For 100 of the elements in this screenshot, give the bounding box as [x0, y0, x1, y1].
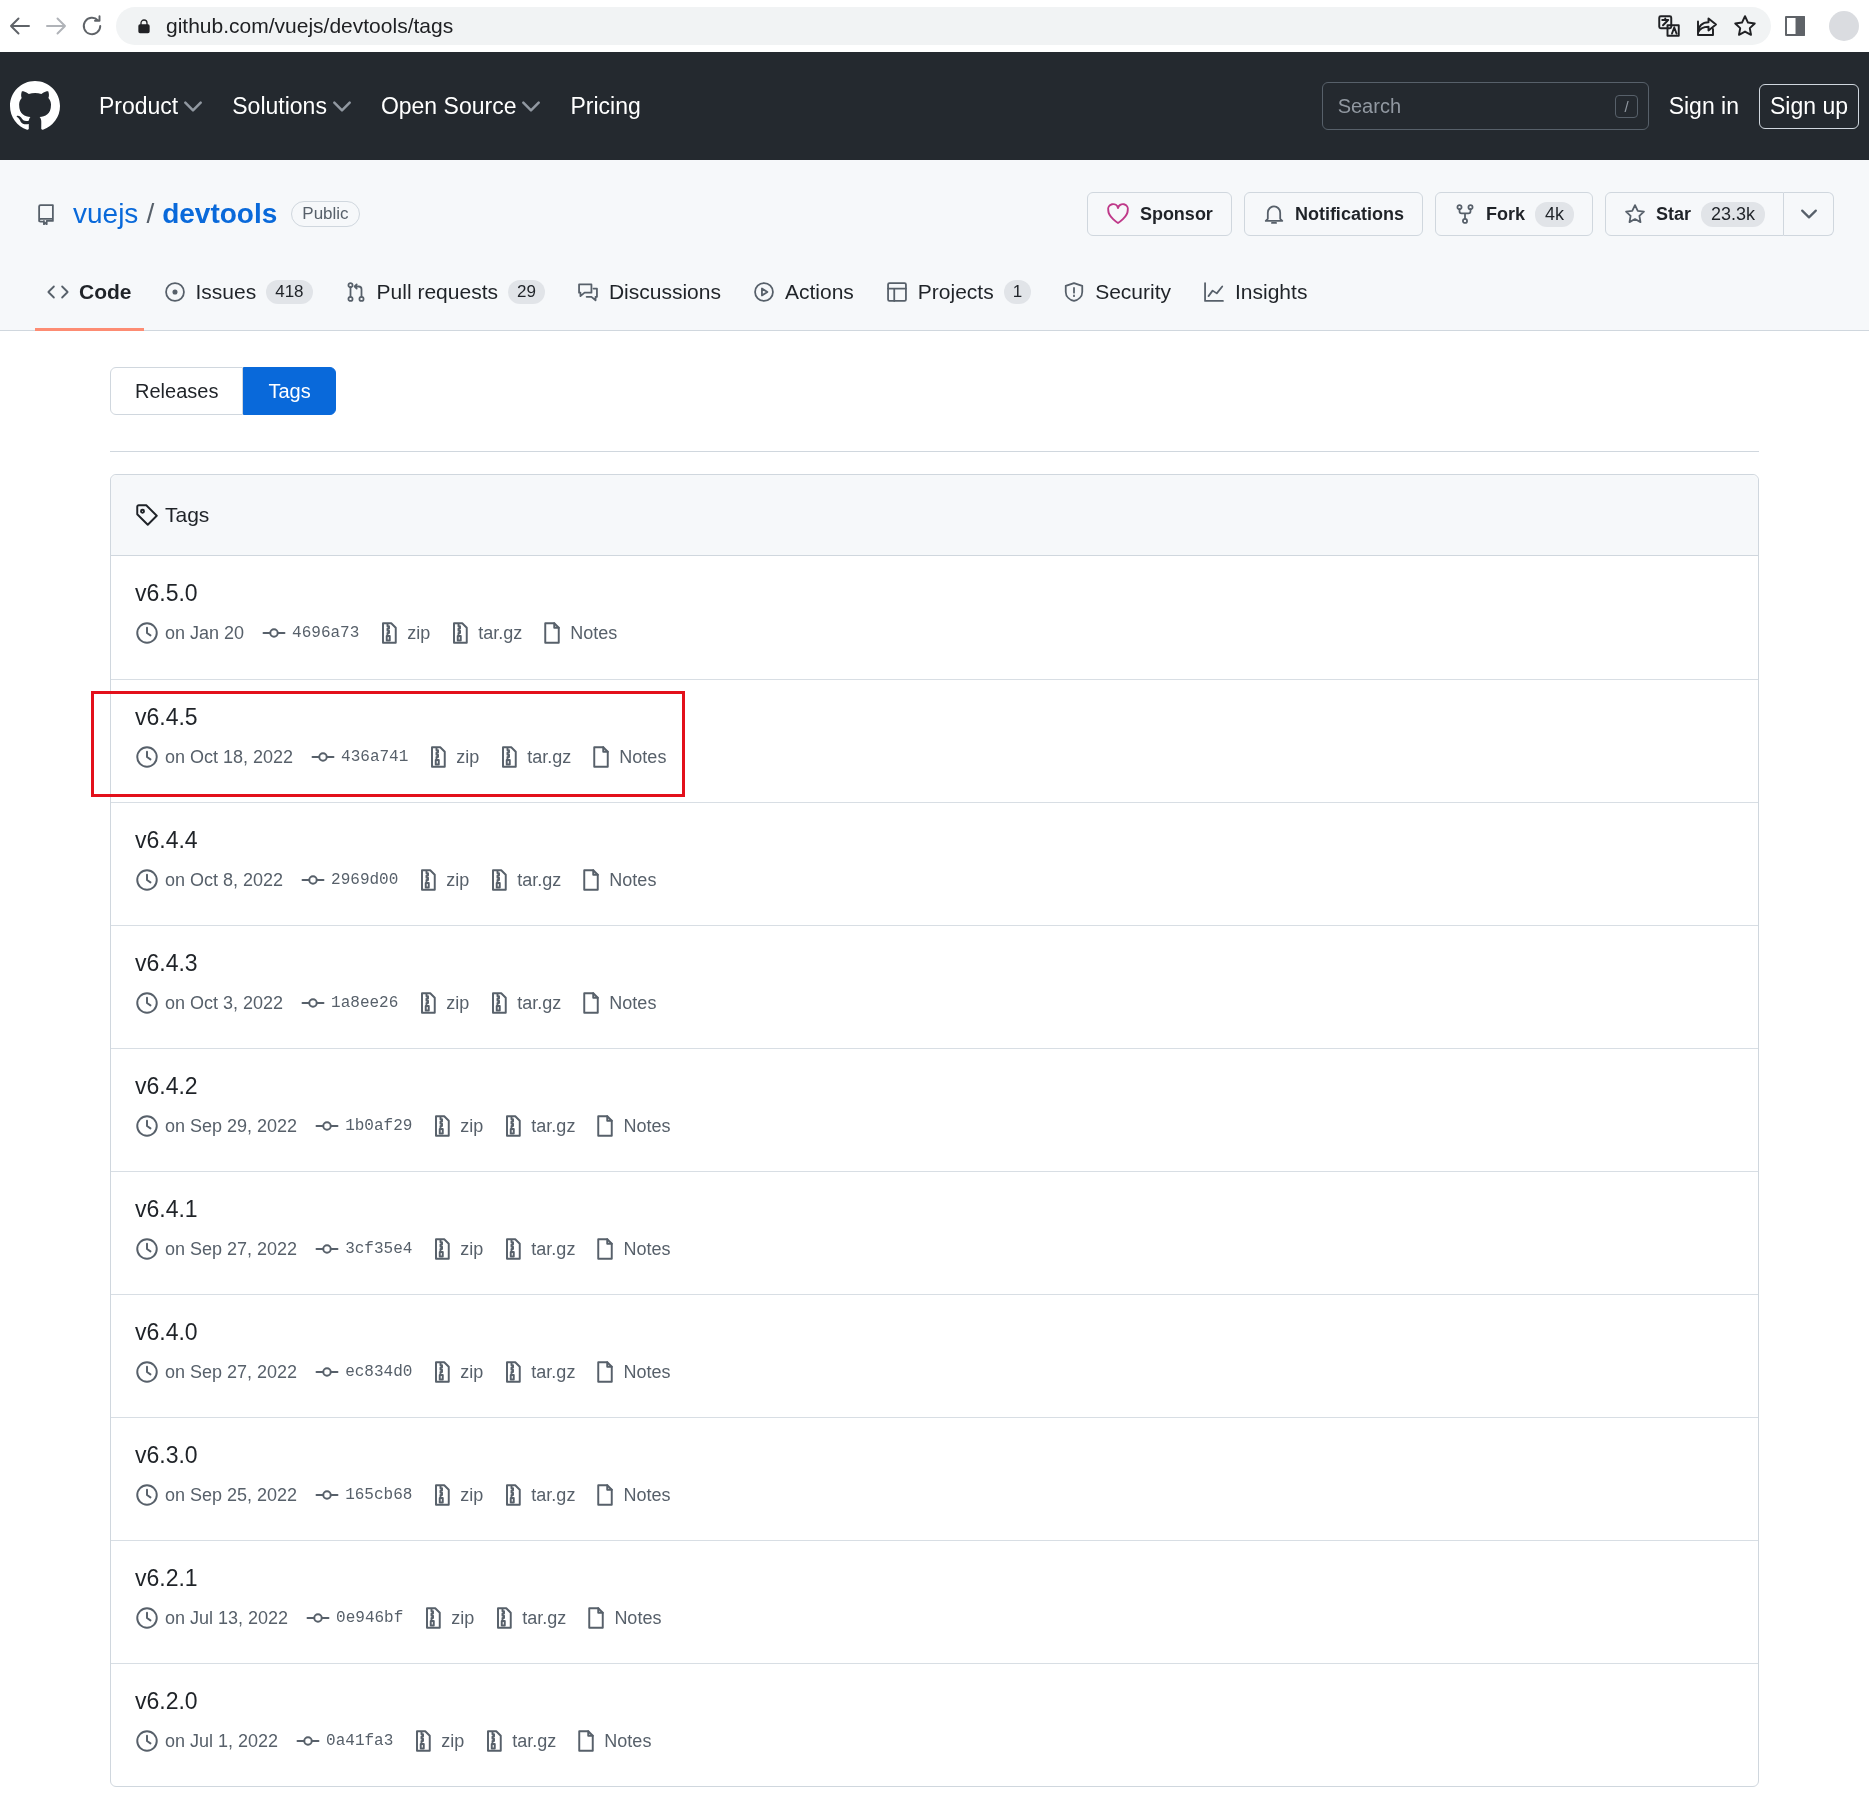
book-icon: [35, 203, 57, 225]
clock-icon: [135, 745, 159, 769]
commit-link[interactable]: 3cf35e4: [315, 1237, 413, 1261]
notes-link[interactable]: Notes: [584, 1606, 662, 1630]
commit-link[interactable]: 436a741: [311, 745, 409, 769]
fork-button[interactable]: Fork 4k: [1434, 192, 1593, 236]
commit-link[interactable]: 4696a73: [262, 621, 360, 645]
zip-download-link[interactable]: zip: [421, 1606, 475, 1630]
subnav-tab[interactable]: Releases: [110, 367, 244, 415]
owner-link[interactable]: vuejs: [73, 198, 139, 230]
tag-name-link[interactable]: v6.2.0: [135, 1688, 198, 1715]
tarball-download-link[interactable]: tar.gz: [501, 1360, 576, 1384]
repo-name-link[interactable]: devtools: [162, 198, 278, 230]
zip-download-link[interactable]: zip: [377, 621, 431, 645]
tag-icon: [135, 503, 159, 527]
repo-tab[interactable]: Issues 418: [151, 256, 325, 331]
search-field[interactable]: Search /: [1321, 82, 1649, 130]
repo-tab[interactable]: Discussions: [564, 256, 733, 331]
zip-download-link[interactable]: zip: [430, 1360, 484, 1384]
notes-link[interactable]: Notes: [579, 868, 657, 892]
shortcut-key: /: [1615, 94, 1638, 118]
tarball-download-link[interactable]: tar.gz: [501, 1483, 576, 1507]
address-bar[interactable]: github.com/vuejs/devtools/tags: [116, 7, 1771, 45]
notes-link[interactable]: Notes: [593, 1114, 671, 1138]
tag-name-link[interactable]: v6.4.5: [135, 704, 198, 731]
tarball-download-link[interactable]: tar.gz: [487, 991, 562, 1015]
tag-date: on Jul 1, 2022: [165, 1730, 279, 1752]
commit-link[interactable]: 2969d00: [301, 868, 399, 892]
notes-link[interactable]: Notes: [593, 1360, 671, 1384]
zip-download-link[interactable]: zip: [430, 1114, 484, 1138]
tarball-download-link[interactable]: tar.gz: [497, 745, 572, 769]
translate-icon[interactable]: [1657, 14, 1681, 38]
tag-name-link[interactable]: v6.4.2: [135, 1073, 198, 1100]
sponsor-button[interactable]: Sponsor: [1086, 192, 1232, 236]
commit-link[interactable]: 1a8ee26: [301, 991, 399, 1015]
repo-tab[interactable]: Code: [35, 256, 144, 331]
counter: 4k: [1534, 201, 1574, 227]
heart-icon: [1105, 202, 1130, 226]
notes-link[interactable]: Notes: [579, 991, 657, 1015]
octocat-logo[interactable]: [10, 81, 60, 131]
counter: 29: [508, 280, 545, 304]
commit-link[interactable]: ec834d0: [315, 1360, 413, 1384]
reload-icon[interactable]: [80, 14, 104, 38]
tag-name-link[interactable]: v6.4.4: [135, 827, 198, 854]
tag-name-link[interactable]: v6.5.0: [135, 580, 198, 607]
chevron-down-icon: [522, 100, 541, 112]
repo-tab[interactable]: Projects 1: [873, 256, 1044, 331]
zip-download-link[interactable]: zip: [430, 1237, 484, 1261]
sign-in-link[interactable]: Sign in: [1668, 92, 1739, 120]
notes-link[interactable]: Notes: [540, 621, 618, 645]
chevron-down-icon: [1800, 209, 1817, 219]
sign-up-button[interactable]: Sign up: [1759, 83, 1859, 129]
notes-link[interactable]: Notes: [589, 745, 667, 769]
notifications-button[interactable]: Notifications: [1243, 192, 1423, 236]
notes-link[interactable]: Notes: [593, 1237, 671, 1261]
star-dropdown-button[interactable]: [1784, 192, 1834, 236]
tag-date: on Oct 18, 2022: [165, 746, 294, 768]
repo-tab[interactable]: Actions: [740, 256, 866, 331]
nav-menu-item[interactable]: Product: [95, 92, 207, 120]
zip-download-link[interactable]: zip: [416, 868, 470, 892]
tarball-download-link[interactable]: tar.gz: [487, 868, 562, 892]
tarball-download-link[interactable]: tar.gz: [448, 621, 523, 645]
notes-link[interactable]: Notes: [593, 1483, 671, 1507]
tag-name-link[interactable]: v6.4.3: [135, 950, 198, 977]
table-icon: [885, 281, 908, 303]
star-button[interactable]: Star 23.3k: [1604, 192, 1784, 236]
line-graph-icon: [1203, 281, 1225, 303]
tag-name-link[interactable]: v6.3.0: [135, 1442, 198, 1469]
nav-menu-item[interactable]: Pricing: [566, 92, 645, 120]
nav-menu-item[interactable]: Solutions: [228, 92, 355, 120]
tag-date: on Oct 8, 2022: [165, 869, 284, 891]
tarball-download-link[interactable]: tar.gz: [501, 1237, 576, 1261]
tarball-download-link[interactable]: tar.gz: [501, 1114, 576, 1138]
tarball-download-link[interactable]: tar.gz: [492, 1606, 567, 1630]
tag-name-link[interactable]: v6.4.1: [135, 1196, 198, 1223]
tag-date: on Jan 20: [165, 622, 245, 644]
speech-bubbles-icon: [576, 281, 599, 303]
bell-icon: [1262, 203, 1285, 225]
commit-link[interactable]: 0a41fa3: [296, 1729, 394, 1753]
repo-tab[interactable]: Security: [1051, 256, 1183, 331]
bookmark-star-icon[interactable]: [1733, 14, 1757, 38]
commit-link[interactable]: 1b0af29: [315, 1114, 413, 1138]
subnav-tab[interactable]: Tags: [243, 367, 336, 415]
back-icon[interactable]: [8, 14, 32, 38]
nav-menu-item[interactable]: Open Source: [376, 92, 545, 120]
commit-link[interactable]: 165cb68: [315, 1483, 413, 1507]
tag-name-link[interactable]: v6.2.1: [135, 1565, 198, 1592]
zip-download-link[interactable]: zip: [411, 1729, 465, 1753]
commit-link[interactable]: 0e946bf: [306, 1606, 404, 1630]
zip-download-link[interactable]: zip: [416, 991, 470, 1015]
notes-link[interactable]: Notes: [574, 1729, 652, 1753]
zip-download-link[interactable]: zip: [426, 745, 480, 769]
tag-date: on Oct 3, 2022: [165, 992, 284, 1014]
play-circle-icon: [752, 281, 775, 303]
repo-tab[interactable]: Pull requests 29: [332, 256, 557, 331]
side-panel-icon[interactable]: [1783, 14, 1807, 38]
zip-download-link[interactable]: zip: [430, 1483, 484, 1507]
tarball-download-link[interactable]: tar.gz: [482, 1729, 557, 1753]
repo-tab[interactable]: Insights: [1191, 256, 1320, 331]
tag-name-link[interactable]: v6.4.0: [135, 1319, 198, 1346]
